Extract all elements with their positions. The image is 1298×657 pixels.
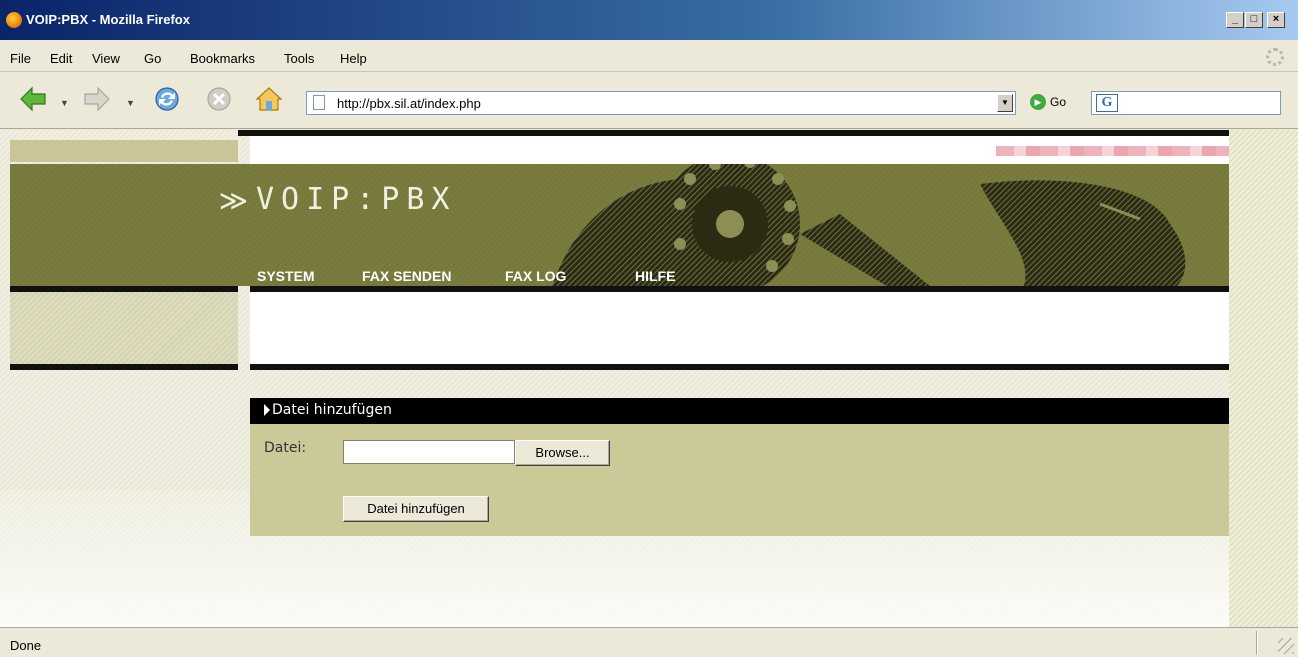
nav-hilfe[interactable]: HILFE — [635, 268, 675, 284]
url-text[interactable]: http://pbx.sil.at/index.php — [337, 96, 481, 111]
add-file-panel: Datei hinzufügen Datei: Browse... Datei … — [250, 398, 1229, 536]
url-dropdown-button[interactable]: ▼ — [997, 94, 1013, 112]
go-arrow-icon: ▶ — [1030, 93, 1046, 110]
back-arrow-icon — [20, 86, 46, 112]
file-path-input[interactable] — [343, 440, 515, 464]
firefox-icon — [6, 12, 22, 28]
home-button[interactable] — [254, 84, 284, 114]
page-icon — [313, 95, 325, 110]
back-button[interactable] — [18, 84, 48, 114]
site-brand[interactable]: VOIP:PBX — [256, 182, 457, 217]
resize-grip-icon[interactable] — [1278, 638, 1294, 654]
reload-button[interactable] — [152, 84, 182, 114]
browse-button[interactable]: Browse... — [515, 440, 610, 466]
add-file-button[interactable]: Datei hinzufügen — [343, 496, 489, 522]
redacted-strip — [996, 146, 1229, 156]
window-title-bar: VOIP:PBX - Mozilla Firefox _ □ × — [0, 0, 1298, 40]
menu-view[interactable]: View — [92, 51, 120, 66]
logo-mark-icon: ≫ — [218, 185, 248, 216]
content-rule — [250, 364, 1229, 370]
go-button[interactable]: ▶ Go — [1030, 93, 1066, 110]
file-label: Datei: — [264, 440, 307, 456]
reload-icon — [155, 87, 179, 111]
navigation-toolbar: ▼ ▼ http://pbx.sil.at/index.php ▼ ▶ Go G — [0, 72, 1298, 129]
menu-edit[interactable]: Edit — [50, 51, 72, 66]
panel-header: Datei hinzufügen — [250, 398, 1229, 424]
status-bar: Done — [0, 627, 1298, 657]
stop-icon — [207, 87, 231, 111]
go-label: Go — [1050, 94, 1067, 109]
sub-header-area — [250, 292, 1229, 364]
menu-go[interactable]: Go — [144, 51, 161, 66]
menu-tools[interactable]: Tools — [284, 51, 314, 66]
right-decoration — [1229, 130, 1298, 627]
minimize-button[interactable]: _ — [1226, 12, 1244, 28]
site-banner: VOIP:PBX SYSTEM FAX SENDEN FAX LOG HILFE — [250, 164, 1229, 286]
search-box[interactable]: G — [1091, 91, 1281, 115]
stop-button[interactable] — [204, 84, 234, 114]
maximize-button[interactable]: □ — [1245, 12, 1263, 28]
panel-title: Datei hinzufügen — [272, 402, 392, 418]
banner-left: ≫ — [10, 164, 250, 286]
nav-system[interactable]: SYSTEM — [257, 268, 315, 284]
menu-bookmarks[interactable]: Bookmarks — [190, 51, 255, 66]
window-title: VOIP:PBX - Mozilla Firefox — [26, 12, 190, 27]
home-icon — [255, 87, 283, 111]
close-button[interactable]: × — [1267, 12, 1285, 28]
nav-fax-senden[interactable]: FAX SENDEN — [362, 268, 451, 284]
status-text: Done — [10, 638, 42, 653]
google-search-icon[interactable]: G — [1096, 94, 1118, 112]
triangle-right-icon — [264, 404, 270, 416]
menu-help[interactable]: Help — [340, 51, 367, 66]
address-bar[interactable]: http://pbx.sil.at/index.php ▼ — [306, 91, 1016, 115]
page-viewport: ≫ VOIP:PBX SYSTEM FAX SENDEN FAX LOG HIL… — [0, 130, 1298, 627]
forward-button[interactable] — [82, 84, 112, 114]
left-accent-bar — [10, 140, 238, 162]
throbber-icon — [1266, 48, 1284, 66]
menu-file[interactable]: File — [10, 51, 31, 66]
forward-dropdown-icon[interactable]: ▼ — [126, 98, 135, 108]
forward-arrow-icon — [84, 86, 110, 112]
menu-bar: File Edit View Go Bookmarks Tools Help — [0, 40, 1298, 72]
back-dropdown-icon[interactable]: ▼ — [60, 98, 69, 108]
nav-fax-log[interactable]: FAX LOG — [505, 268, 566, 284]
